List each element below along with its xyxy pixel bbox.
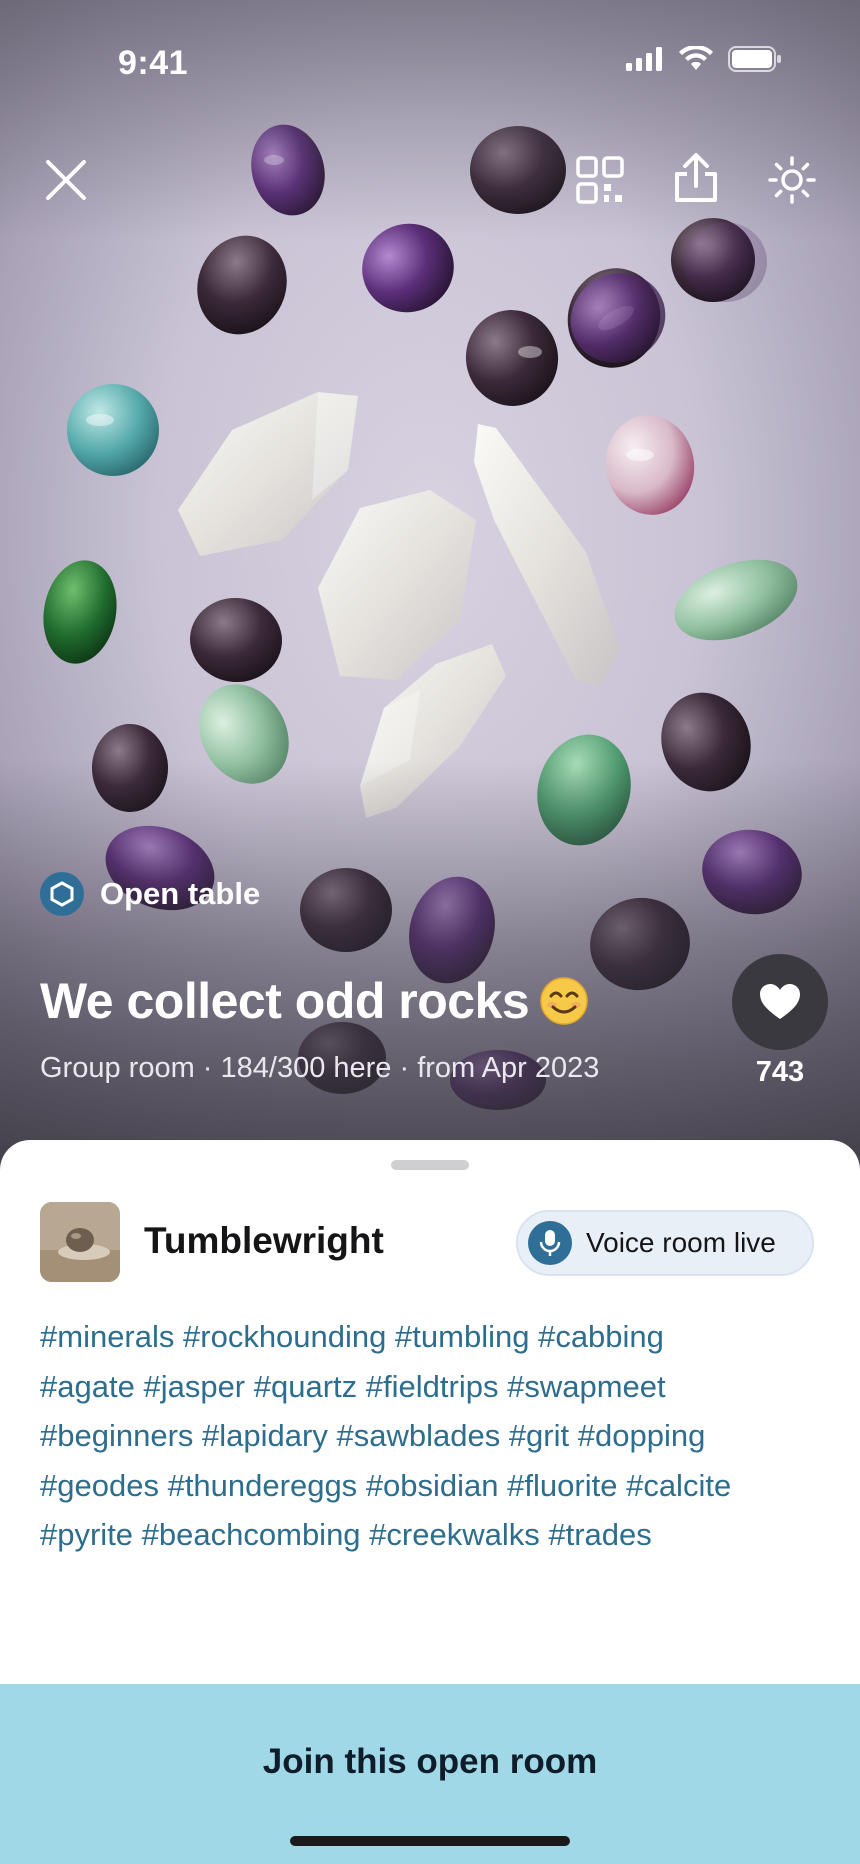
- close-icon: [46, 160, 86, 200]
- tag-item[interactable]: #creekwalks: [369, 1517, 540, 1552]
- like-button[interactable]: [732, 954, 828, 1050]
- tag-item[interactable]: #pyrite: [40, 1517, 133, 1552]
- tag-item[interactable]: #thundereggs: [168, 1468, 358, 1503]
- room-type-label: Open table: [100, 876, 261, 911]
- hero-photo: 9:41 Open table We collect odd rocks Gro…: [0, 0, 860, 1170]
- tag-item[interactable]: #grit: [509, 1418, 569, 1453]
- tag-item[interactable]: #agate: [40, 1369, 135, 1404]
- room-title: We collect odd rocks: [40, 972, 589, 1030]
- join-room-button[interactable]: Join this open room: [0, 1742, 860, 1782]
- tag-item[interactable]: #geodes: [40, 1468, 159, 1503]
- home-indicator: [290, 1836, 570, 1846]
- tag-item[interactable]: #tumbling: [395, 1319, 529, 1354]
- battery-icon: [728, 46, 781, 72]
- join-room-bar: Join this open room: [0, 1684, 860, 1864]
- owner-avatar[interactable]: [40, 1202, 120, 1282]
- tag-item[interactable]: #rockhounding: [183, 1319, 386, 1354]
- status-icons: [626, 46, 782, 72]
- tag-item[interactable]: #sawblades: [336, 1418, 500, 1453]
- tag-item[interactable]: #cabbing: [538, 1319, 664, 1354]
- room-title-text: We collect odd rocks: [40, 973, 530, 1029]
- tag-item[interactable]: #beachcombing: [142, 1517, 361, 1552]
- room-meta: Group room · 184/300 here · from Apr 202…: [40, 1052, 600, 1084]
- share-button[interactable]: [666, 148, 726, 208]
- room-screen: 9:41 Open table We collect odd rocks Gro…: [0, 0, 860, 1864]
- tag-item[interactable]: #trades: [548, 1517, 651, 1552]
- tag-item[interactable]: #obsidian: [366, 1468, 499, 1503]
- tag-item[interactable]: #dopping: [578, 1418, 706, 1453]
- tag-item[interactable]: #swapmeet: [507, 1369, 666, 1404]
- tag-item[interactable]: #quartz: [254, 1369, 357, 1404]
- brightness-button[interactable]: [762, 150, 822, 210]
- status-bar: 9:41: [0, 0, 860, 120]
- tag-item[interactable]: #fieldtrips: [366, 1369, 499, 1404]
- tag-item[interactable]: #jasper: [143, 1369, 245, 1404]
- tag-item[interactable]: #calcite: [626, 1468, 731, 1503]
- bottom-gradient: [0, 760, 860, 1170]
- sheet-grabber[interactable]: [391, 1160, 469, 1170]
- heart-icon: [760, 984, 800, 1019]
- wifi-icon: [679, 46, 713, 70]
- owner-name[interactable]: Tumblewright: [144, 1220, 384, 1262]
- mic-icon: [528, 1221, 572, 1265]
- hexagon-icon: [40, 872, 84, 916]
- status-time: 9:41: [118, 44, 189, 82]
- voice-room-live-button[interactable]: Voice room live: [516, 1210, 814, 1276]
- qr-code-icon: [576, 156, 624, 204]
- like-count: 743: [755, 1056, 805, 1088]
- tag-item[interactable]: #beginners: [40, 1418, 193, 1453]
- tag-list: #minerals #rockhounding #tumbling #cabbi…: [40, 1312, 830, 1560]
- tag-item[interactable]: #minerals: [40, 1319, 174, 1354]
- cellular-signal-icon: [626, 47, 662, 71]
- share-icon: [675, 153, 717, 202]
- qr-code-button[interactable]: [570, 150, 630, 210]
- voice-room-label: Voice room live: [586, 1227, 776, 1258]
- tag-item[interactable]: #lapidary: [202, 1418, 328, 1453]
- brightness-icon: [768, 156, 816, 204]
- close-button[interactable]: [36, 150, 96, 210]
- stone-avatar-image: [40, 1202, 120, 1282]
- smiling-emoji-icon: [540, 977, 588, 1025]
- room-type-badge: Open table: [40, 872, 260, 916]
- tag-item[interactable]: #fluorite: [507, 1468, 617, 1503]
